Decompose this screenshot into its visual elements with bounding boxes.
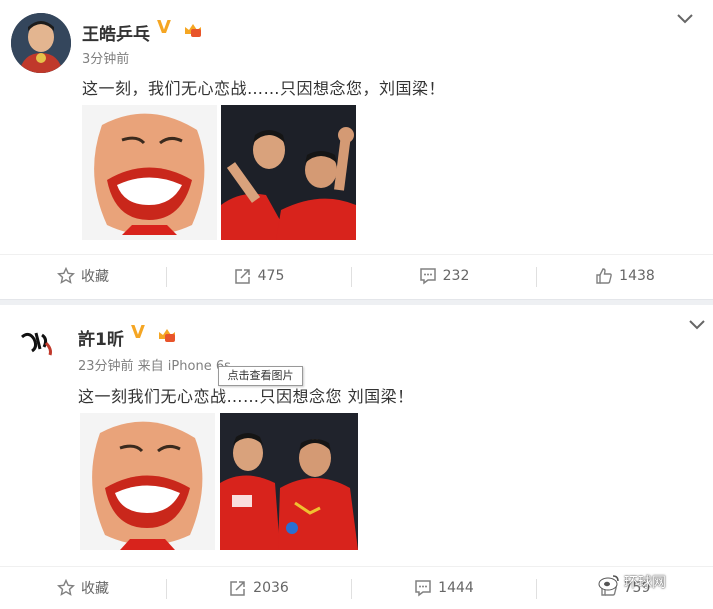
author-name[interactable]: 王皓乒乓 [82, 20, 150, 45]
verified-icon: V [157, 17, 171, 38]
comment-button[interactable]: 1444 [352, 567, 536, 609]
action-bar: 收藏 475 232 1438 [0, 254, 713, 297]
repost-count: 2036 [253, 580, 289, 596]
comment-icon [419, 268, 436, 285]
post-text: 这一刻我们无心恋战……只因想念您 刘国梁！ [78, 387, 414, 406]
repost-count: 475 [257, 268, 285, 284]
like-button[interactable]: 1438 [537, 255, 713, 297]
author-name[interactable]: 許1昕 [78, 325, 124, 350]
thumbs-up-icon [596, 268, 612, 284]
watermark-text: 环球网 [624, 575, 666, 591]
weibo-logo-icon [598, 575, 619, 591]
favorite-button[interactable]: 收藏 [0, 567, 166, 609]
repost-button[interactable]: 2036 [167, 567, 351, 609]
repost-icon [230, 581, 245, 596]
favorite-label: 收藏 [81, 269, 109, 285]
chevron-down-icon[interactable] [677, 14, 693, 24]
star-icon [57, 267, 75, 284]
author-avatar[interactable] [11, 13, 71, 73]
favorite-label: 收藏 [81, 581, 109, 597]
author-avatar[interactable] [14, 319, 60, 365]
verified-icon: V [131, 322, 145, 343]
comment-count: 232 [442, 268, 470, 284]
chevron-down-icon[interactable] [689, 320, 705, 330]
comment-button[interactable]: 232 [352, 255, 536, 297]
post-image-photo[interactable] [221, 105, 356, 240]
repost-button[interactable]: 475 [167, 255, 351, 297]
repost-icon [234, 269, 250, 284]
image-tooltip: 点击查看图片 [218, 366, 303, 386]
post-text: 这一刻，我们无心恋战……只因想念您，刘国梁！ [82, 79, 446, 98]
like-count: 1438 [619, 268, 655, 284]
post-time-source[interactable]: 23分钟前 来自 iPhone 6s [78, 355, 231, 374]
comment-count: 1444 [438, 580, 474, 596]
post-image-caricature[interactable] [82, 105, 217, 240]
vip-crown-icon[interactable] [183, 22, 203, 38]
post-time[interactable]: 3分钟前 [82, 48, 129, 67]
weibo-post-1: 王皓乒乓 V 3分钟前 这一刻，我们无心恋战……只因想念您，刘国梁！ 收藏 47… [0, 0, 713, 299]
favorite-button[interactable]: 收藏 [0, 255, 166, 297]
post-image-caricature[interactable] [80, 413, 215, 550]
post-image-photo[interactable] [220, 413, 358, 550]
star-icon [57, 579, 75, 596]
comment-icon [415, 580, 431, 597]
vip-crown-icon[interactable] [157, 327, 177, 343]
watermark: 环球网 [598, 572, 666, 592]
